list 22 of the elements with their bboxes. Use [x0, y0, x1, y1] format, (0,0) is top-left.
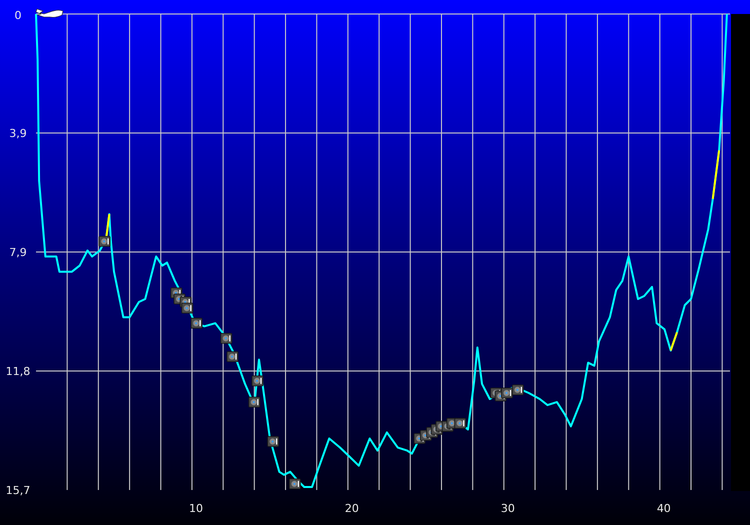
camera-icon[interactable]	[220, 333, 232, 344]
axis-tick-label: 3,9	[9, 127, 27, 140]
camera-icon[interactable]	[501, 388, 513, 398]
camera-icon[interactable]	[248, 396, 260, 408]
diver-icon	[36, 8, 64, 18]
camera-icon[interactable]	[226, 351, 238, 362]
camera-icon[interactable]	[181, 302, 194, 314]
camera-icon[interactable]	[512, 384, 524, 396]
camera-icon[interactable]	[252, 376, 264, 386]
camera-icon[interactable]	[190, 318, 202, 329]
camera-icon[interactable]	[267, 436, 279, 447]
axis-tick-label: 0	[14, 9, 22, 22]
camera-icon[interactable]	[289, 478, 301, 490]
camera-icon[interactable]	[98, 236, 110, 247]
axis-tick-label: 7,9	[9, 246, 27, 259]
axis-tick-label: 11,8	[6, 365, 30, 378]
axis-tick-label: 10	[188, 502, 203, 515]
axis-tick-label: 40	[656, 502, 671, 515]
camera-icon[interactable]	[454, 418, 466, 429]
axis-tick-label: 30	[500, 502, 515, 515]
axis-tick-label: 20	[344, 502, 359, 515]
axis-tick-label: 15,7	[6, 484, 30, 497]
